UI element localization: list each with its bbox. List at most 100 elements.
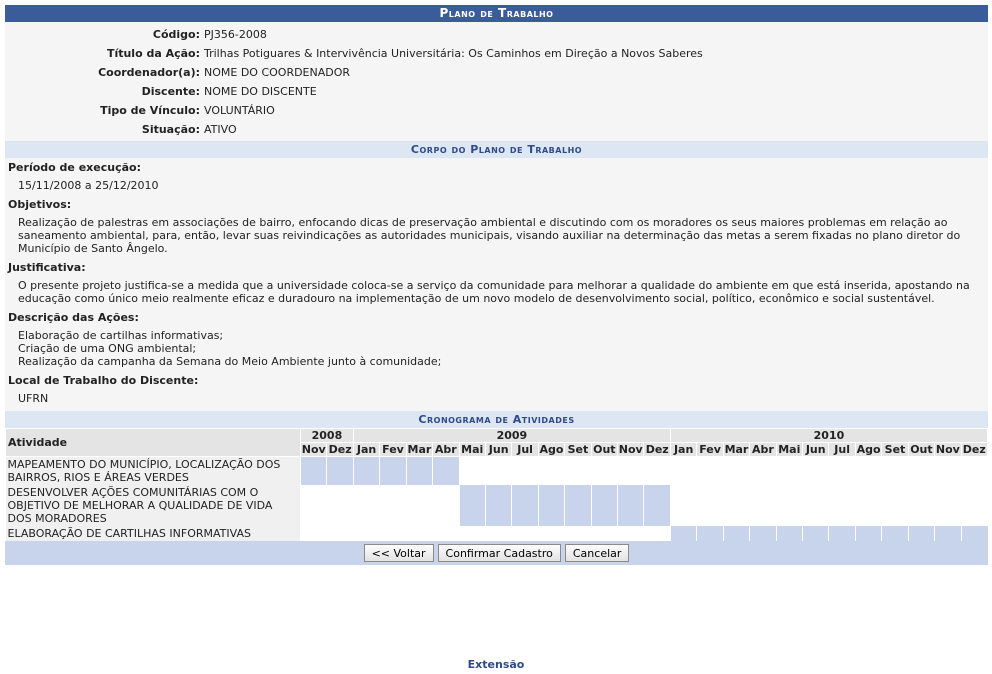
activity-row: DESENVOLVER AÇÕES COMUNITÁRIAS COM O OBJ…: [5, 485, 988, 526]
schedule-cell: [881, 485, 909, 526]
schedule-cell-active: [907, 526, 935, 541]
month-header: Abr: [749, 442, 777, 457]
schedule-cell: [590, 456, 618, 485]
month-header: Set: [564, 442, 592, 457]
month-header: Dez: [960, 442, 989, 457]
section-text: Elaboração de cartilhas informativas; Cr…: [18, 329, 442, 368]
schedule-cell: [432, 526, 460, 541]
month-header: Fev: [379, 442, 407, 457]
schedule-cell: [696, 456, 724, 485]
schedule-cell: [564, 526, 592, 541]
schedule-cell-active: [617, 485, 644, 526]
activity-name: ELABORAÇÃO DE CARTILHAS INFORMATIVAS: [5, 526, 301, 541]
month-header: Nov: [617, 442, 645, 457]
schedule-cell: [828, 456, 856, 485]
schedule-cell: [537, 456, 565, 485]
schedule-cell-active: [828, 526, 856, 541]
info-row: Coordenador(a): NOME DO COORDENADOR: [5, 63, 988, 82]
info-value: PJ356-2008: [204, 28, 267, 41]
schedule-cell-active: [802, 526, 829, 541]
schedule-cell: [299, 485, 327, 526]
info-value: ATIVO: [204, 123, 237, 136]
schedule-cell-active: [696, 526, 724, 541]
schedule-cell: [907, 485, 935, 526]
month-header: Mar: [405, 442, 434, 457]
month-header: Abr: [432, 442, 460, 457]
schedule-cell: [617, 526, 644, 541]
cronograma-table: Atividade 2008 2009 2010 Nov Dez Jan Fev Mar Abr M…: [5, 428, 989, 541]
schedule-cell-active: [458, 485, 486, 526]
schedule-cell: [934, 485, 962, 526]
schedule-cell: [405, 485, 433, 526]
schedule-cell-active: [854, 526, 882, 541]
schedule-cell-active: [537, 485, 565, 526]
button-bar: << Voltar Confirmar Cadastro Cancelar: [5, 541, 988, 565]
page-title: Plano de Trabalho: [5, 5, 988, 22]
section-label: Local de Trabalho do Discente:: [8, 374, 199, 387]
schedule-cell: [775, 485, 803, 526]
cronograma-section-title: Cronograma de Atividades: [5, 411, 988, 428]
activity-name: DESENVOLVER AÇÕES COMUNITÁRIAS COM O OBJ…: [5, 485, 301, 526]
schedule-cell: [802, 485, 829, 526]
plan-info: Código: PJ356-2008 Título da Ação: Trilhas …: [5, 22, 988, 141]
month-header: Out: [590, 442, 619, 457]
schedule-cell: [352, 526, 380, 541]
schedule-cell: [722, 485, 750, 526]
schedule-cell: [828, 485, 856, 526]
schedule-cell: [934, 456, 962, 485]
schedule-cell-active: [379, 456, 407, 485]
month-header: Jun: [484, 442, 513, 457]
activity-row: ELABORAÇÃO DE CARTILHAS INFORMATIVAS: [5, 526, 988, 541]
year-header: 2008: [300, 428, 354, 443]
schedule-cell: [960, 456, 988, 485]
month-header: Jul: [828, 442, 856, 457]
schedule-cell-active: [643, 485, 671, 526]
month-header: Nov: [934, 442, 962, 457]
cancel-button[interactable]: Cancelar: [564, 544, 630, 562]
year-header: 2010: [669, 428, 989, 443]
section-label: Período de execução:: [8, 161, 141, 174]
schedule-cell: [590, 526, 618, 541]
month-header: Ago: [537, 442, 566, 457]
schedule-cell: [802, 456, 829, 485]
section-text: 15/11/2008 a 25/12/2010: [18, 179, 159, 192]
month-header: Ago: [854, 442, 883, 457]
schedule-cell: [299, 526, 327, 541]
schedule-cell-active: [934, 526, 962, 541]
info-value: VOLUNTÁRIO: [204, 104, 275, 117]
extensao-link[interactable]: Extensão: [0, 658, 992, 671]
activity-row: MAPEAMENTO DO MUNICÍPIO, LOCALIZAÇÃO DOS…: [5, 456, 988, 485]
schedule-cell-active: [590, 485, 618, 526]
back-button[interactable]: << Voltar: [363, 544, 434, 562]
confirm-button[interactable]: Confirmar Cadastro: [437, 544, 561, 562]
schedule-cell: [405, 526, 433, 541]
info-value: Trilhas Potiguares & Intervivência Unive…: [204, 47, 703, 60]
info-label: Situação:: [141, 123, 200, 136]
month-header: Jan: [352, 442, 381, 457]
info-label: Discente:: [141, 85, 200, 98]
corpo-section-title: Corpo do Plano de Trabalho: [5, 141, 988, 158]
schedule-cell: [749, 456, 777, 485]
schedule-cell: [749, 485, 777, 526]
info-label: Código:: [152, 28, 200, 41]
schedule-cell: [352, 485, 380, 526]
schedule-cell: [511, 526, 539, 541]
month-header: Jul: [511, 442, 539, 457]
schedule-cell: [669, 456, 697, 485]
info-row: Discente: NOME DO DISCENTE: [5, 82, 988, 101]
info-value: NOME DO COORDENADOR: [204, 66, 351, 79]
month-header: Mai: [458, 442, 486, 457]
month-header: Jun: [802, 442, 830, 457]
info-row: Tipo de Vínculo: VOLUNTÁRIO: [5, 101, 988, 120]
schedule-cell: [326, 526, 354, 541]
schedule-cell: [722, 456, 750, 485]
schedule-cell: [511, 456, 539, 485]
schedule-cell: [379, 526, 407, 541]
schedule-cell-active: [326, 456, 354, 485]
schedule-cell: [669, 485, 697, 526]
info-label: Título da Ação:: [106, 47, 200, 60]
schedule-cell-active: [960, 526, 988, 541]
info-row: Código: PJ356-2008: [5, 25, 988, 44]
schedule-cell: [907, 456, 935, 485]
activity-name: MAPEAMENTO DO MUNICÍPIO, LOCALIZAÇÃO DOS…: [5, 456, 301, 485]
